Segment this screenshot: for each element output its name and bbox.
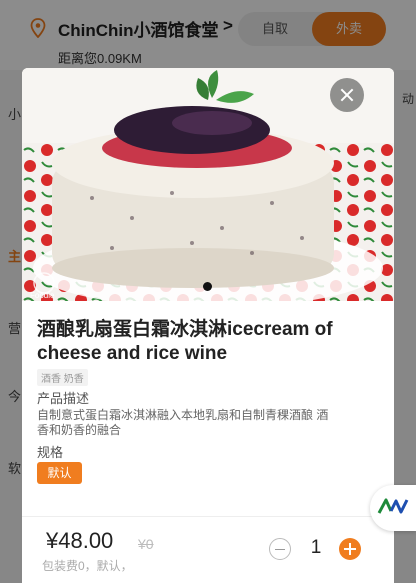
spec-option-default[interactable]: 默认 [37, 462, 82, 484]
brand-logo-icon [377, 498, 409, 514]
quantity-value: 1 [310, 537, 322, 558]
decrease-quantity-button[interactable] [269, 538, 291, 560]
floating-assistant-button[interactable] [370, 485, 416, 531]
product-tags: 酒香 奶香 [37, 369, 88, 386]
product-image: Foodie [22, 68, 394, 301]
product-detail-modal: Foodie 酒酿乳扇蛋白霜冰淇淋icecream of cheese and … [22, 68, 394, 583]
original-price: ¥0 [138, 536, 154, 552]
product-description: 自制意式蛋白霜冰淇淋融入本地乳扇和自制青稞酒酿 酒香和奶香的融合 [37, 408, 329, 437]
packaging-fee: 包装费0，默认， [42, 559, 133, 573]
close-icon[interactable] [330, 78, 364, 112]
carousel-indicator [203, 282, 212, 291]
product-title: 酒酿乳扇蛋白霜冰淇淋icecream of cheese and rice wi… [37, 319, 333, 364]
footer-divider [22, 516, 394, 517]
description-label: 产品描述 [37, 391, 90, 406]
spec-label: 规格 [37, 445, 64, 460]
photo-watermark: Foodie [30, 291, 55, 300]
increase-quantity-button[interactable] [339, 538, 361, 560]
product-price: ¥48.00 [46, 528, 114, 553]
